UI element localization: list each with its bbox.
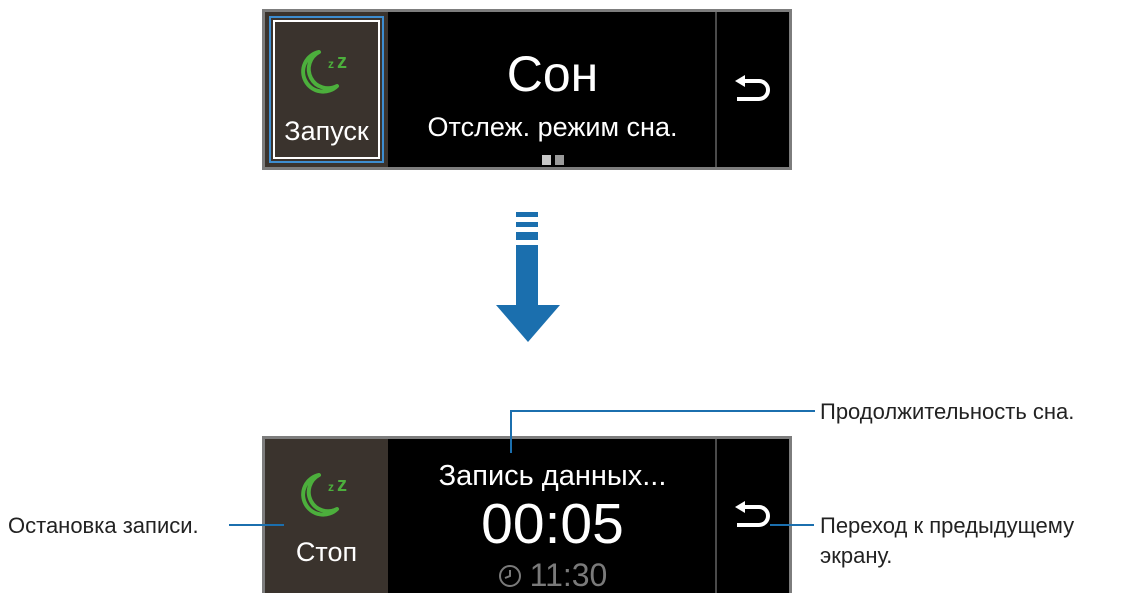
duration-leader-vertical	[510, 410, 512, 453]
page-indicator	[541, 155, 564, 165]
alarm-row: 11:30	[388, 557, 717, 594]
back-callout-line2: экрану.	[820, 543, 893, 568]
svg-text:z: z	[328, 57, 334, 71]
sleep-subtitle: Отслеж. режим сна.	[427, 112, 678, 142]
page-dot-active	[541, 155, 551, 165]
recording-panel: Запись данных... 00:05 11:30	[388, 439, 717, 593]
back-callout-line1: Переход к предыдущему	[820, 513, 1075, 538]
back-button[interactable]	[717, 439, 789, 593]
clock-icon	[498, 564, 521, 587]
start-button[interactable]: z z Запуск	[265, 12, 388, 167]
sleep-title: Сон	[506, 46, 599, 102]
alarm-time: 11:30	[529, 557, 608, 593]
duration-leader-horizontal	[510, 410, 815, 412]
stop-callout: Остановка записи.	[8, 513, 199, 538]
sleep-moon-icon: z z	[300, 50, 347, 94]
stop-button-label: Стоп	[295, 537, 358, 567]
sleep-moon-icon: z z	[300, 473, 347, 517]
svg-text:z: z	[328, 480, 334, 494]
bottom-screen-display: z z Стоп Запись данных... 00:05 11:30	[265, 439, 789, 593]
recording-status: Запись данных...	[438, 460, 667, 492]
back-arrow-icon	[735, 74, 770, 101]
page-dot	[554, 155, 564, 165]
back-leader	[770, 524, 814, 526]
svg-text:z: z	[337, 474, 347, 496]
sleep-duration: 00:05	[481, 492, 624, 556]
start-button-label: Запуск	[284, 116, 369, 146]
duration-callout: Продолжительность сна.	[820, 399, 1075, 424]
back-button[interactable]	[717, 12, 789, 167]
back-arrow-icon	[735, 501, 770, 527]
top-screen-display: z z Запуск Сон Отслеж. режим сна.	[265, 12, 789, 167]
sleep-info-panel: Сон Отслеж. режим сна.	[388, 12, 717, 167]
stop-leader	[229, 524, 284, 526]
top-watch-screen: z z Запуск Сон Отслеж. режим сна.	[262, 9, 792, 170]
down-arrow-icon	[496, 212, 560, 342]
bottom-watch-screen: z z Стоп Запись данных... 00:05 11:30	[262, 436, 792, 593]
stop-button[interactable]: z z Стоп	[265, 439, 388, 593]
svg-text:z: z	[337, 51, 347, 73]
